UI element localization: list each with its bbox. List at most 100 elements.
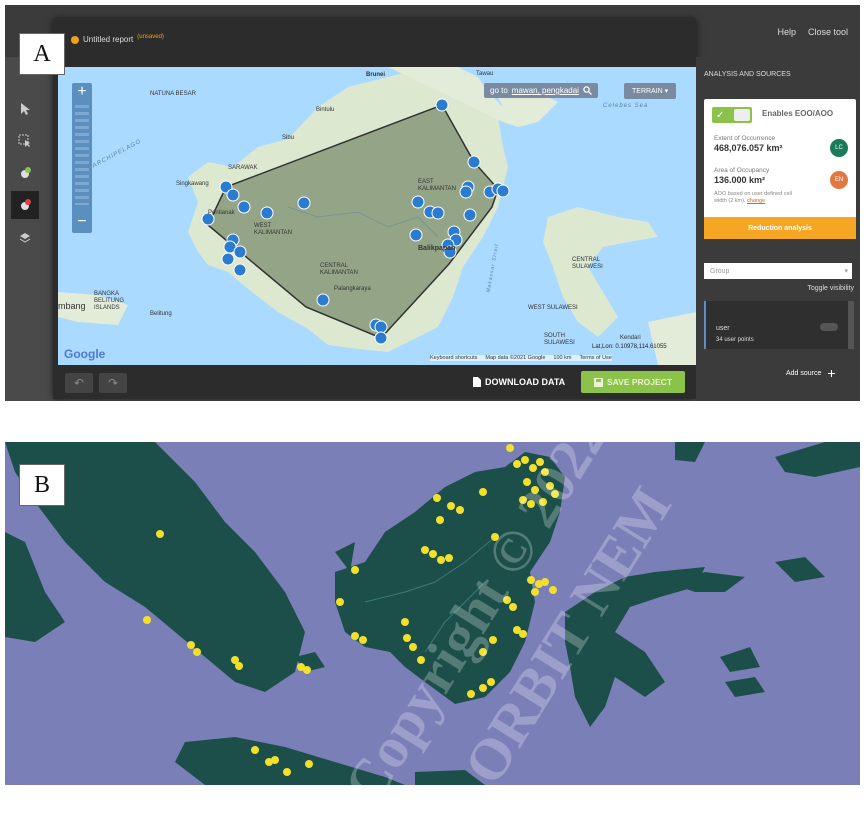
toggle-visibility-link[interactable]: Toggle visibility [807,285,854,292]
occurrence-point [187,641,195,649]
occurrence-point[interactable] [237,200,251,214]
map-label-singkawang: Singkawang [176,181,209,187]
search-icon[interactable] [583,86,592,95]
top-links: Help Close tool [777,27,848,37]
eoo-metric: Extent of Occurrence 468,076.057 km² [714,135,783,153]
goto-search[interactable]: go to mawan, pengkadai [484,83,598,98]
panel-a-screenshot: Help Close tool Untitled report (unsaved… [5,5,860,401]
unsaved-dot-icon [71,35,79,44]
occurrence-point[interactable] [374,320,388,334]
occurrence-point [251,746,259,754]
panel-a-label: A [19,33,65,75]
occurrence-point [436,516,444,524]
layers-tool-icon[interactable] [11,223,39,251]
occurrence-point[interactable] [459,185,473,199]
map-label-bintulu: Bintulu [316,107,335,113]
occurrence-point [429,550,437,558]
select-area-tool-icon[interactable] [11,127,39,155]
map-label-palangkaraya: Palangkaraya [334,286,371,292]
latlng-readout: Lat,Lon: 0.10978,114.61055 [592,344,667,350]
occurrence-point [271,756,279,764]
download-data-label: DOWNLOAD DATA [485,377,566,387]
chevron-down-icon: ▾ [844,268,848,275]
map-label-sibu: Sibu [282,135,295,141]
map-label-tawau: Tawau [476,71,494,77]
zoom-control: + − [72,83,92,233]
occurrence-point [433,494,441,502]
sidebar-title: ANALYSIS AND SOURCES [704,71,791,78]
report-title-text: Untitled report [83,35,134,44]
occurrence-point[interactable] [409,228,423,242]
reduction-analysis-button[interactable]: Reduction analysis [704,217,856,239]
occurrence-point [401,618,409,626]
occurrence-point[interactable] [297,196,311,210]
terrain-label: TERRAIN [632,88,663,95]
occurrence-point[interactable] [226,188,240,202]
map-label-sarawak: SARAWAK [228,165,258,171]
map-label-belitung: Belitung [150,311,172,317]
map-label-brunei: Brunei [366,72,386,78]
occurrence-point [445,554,453,562]
group-select[interactable]: Group ▾ [704,263,852,279]
help-link[interactable]: Help [777,27,796,37]
map-label-east-kalimantan: EAST KALIMANTAN [418,179,456,192]
map-footer: Keyboard shortcuts Map data ©2021 Google… [430,355,612,361]
occurrence-point[interactable] [463,208,477,222]
remove-point-tool-icon[interactable] [11,191,39,219]
occurrence-point [541,578,549,586]
occurrence-point[interactable] [233,263,247,277]
eoo-aoo-toggle[interactable]: ✓ [712,107,752,123]
add-source-label: Add source [786,369,822,377]
aoo-change-link[interactable]: change [747,198,765,204]
close-tool-link[interactable]: Close tool [808,27,848,37]
occurrence-point[interactable] [435,98,449,112]
add-point-tool-icon[interactable] [11,159,39,187]
save-project-label: SAVE PROJECT [606,377,673,387]
map-label-bangka: BANGKA BELITUNG ISLANDS [94,291,125,311]
terrain-map-type-button[interactable]: TERRAIN ▾ [624,83,677,99]
map-label-balikpapan: Balikpapan [418,245,456,252]
occurrence-point[interactable] [496,184,510,198]
occurrence-point [513,460,521,468]
occurrence-point[interactable] [233,245,247,259]
redo-icon[interactable]: ↷ [99,373,127,393]
goto-query-input[interactable]: mawan, pengkadai [512,86,579,95]
occurrence-point[interactable] [431,206,445,220]
occurrence-point[interactable] [467,155,481,169]
occurrence-point [193,648,201,656]
goto-prefix: go to [490,86,508,95]
occurrence-point[interactable] [374,331,388,345]
source-list: user 34 user points [704,301,854,349]
occurrence-point [467,690,475,698]
aoo-note: AOO based on user defined cell width (2 … [714,191,804,205]
occurrence-point[interactable] [411,195,425,209]
occurrence-point [336,598,344,606]
file-icon [473,377,481,387]
source-name: user [716,325,730,332]
pointer-tool-icon[interactable] [11,95,39,123]
source-visibility-toggle[interactable] [820,323,838,331]
dialog-action-bar: ↶ ↷ DOWNLOAD DATA SAVE PROJECT [53,367,696,399]
zoom-out-button[interactable]: − [72,213,92,231]
occurrence-point[interactable] [260,206,274,220]
occurrence-point[interactable] [221,252,235,266]
zoom-slider[interactable] [75,105,89,205]
google-logo: Google [64,347,106,361]
occurrence-point [403,634,411,642]
zoom-in-button[interactable]: + [72,83,92,101]
occurrence-point [421,546,429,554]
aoo-status-badge: EN [830,171,848,189]
keyboard-shortcuts-link[interactable]: Keyboard shortcuts [430,355,477,361]
terms-of-use-link[interactable]: Terms of Use [579,355,611,361]
source-list-scrollbar[interactable] [848,301,854,349]
download-data-button[interactable]: DOWNLOAD DATA [473,377,565,387]
save-project-button[interactable]: SAVE PROJECT [581,371,685,393]
aoo-metric: Area of Occupancy 136.000 km² [714,167,814,185]
occurrence-point[interactable] [316,293,330,307]
analysis-sidebar: ANALYSIS AND SOURCES ✓ Enables EOO/AOO E… [696,57,860,401]
eoo-status-badge: LC [830,139,848,157]
undo-icon[interactable]: ↶ [65,373,93,393]
map-view[interactable]: Brunei Tawau NATUNA BESAR ARCHIPELAGO Ce… [58,67,696,365]
add-source-button[interactable]: Add source + [786,365,836,381]
occurrence-point [487,678,495,686]
